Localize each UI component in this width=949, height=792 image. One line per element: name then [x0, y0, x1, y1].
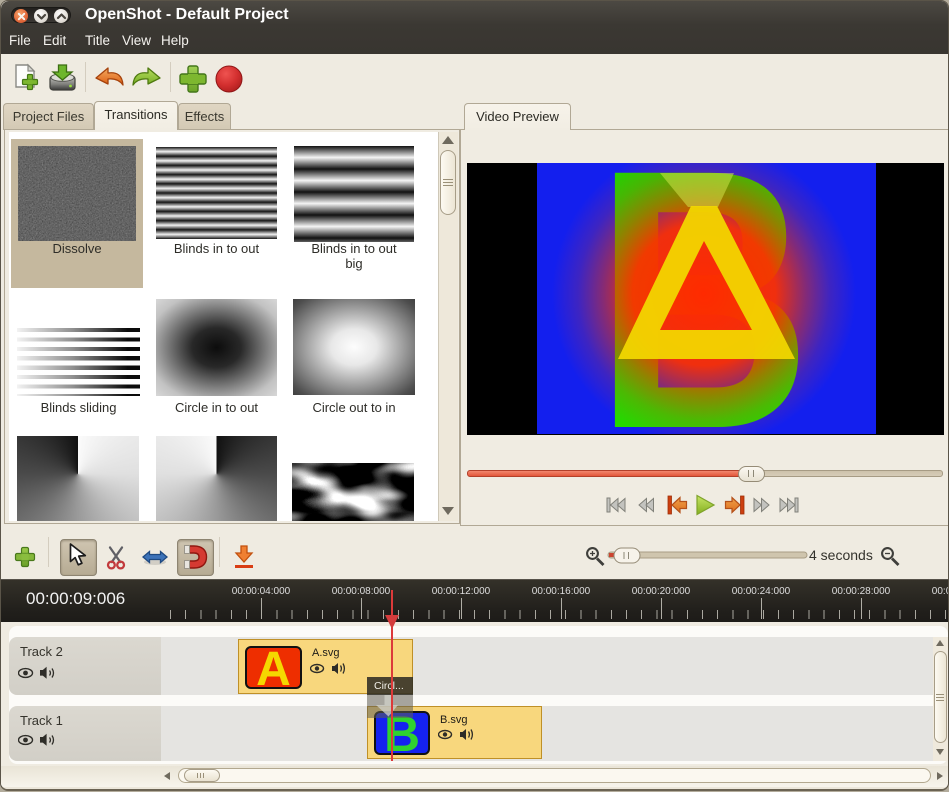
svg-text:4 seconds: 4 seconds: [809, 547, 873, 563]
